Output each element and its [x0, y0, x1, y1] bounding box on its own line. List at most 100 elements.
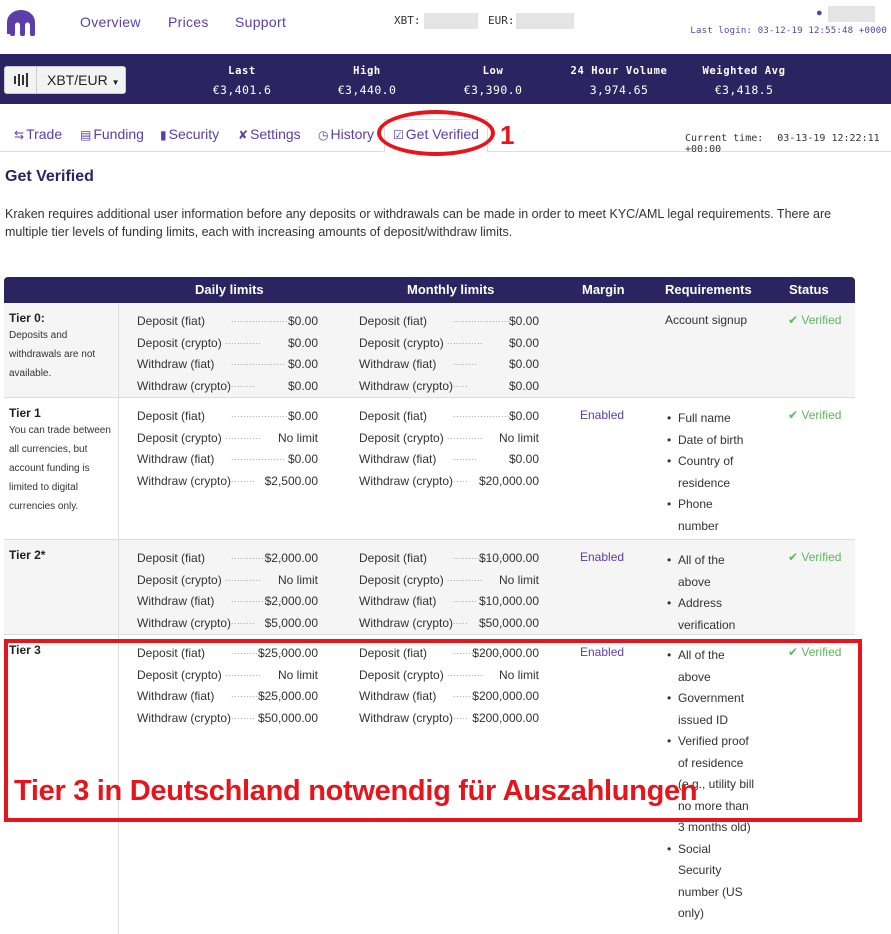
limit-amount: No limit [277, 572, 318, 587]
tier-name: Tier 0: [9, 311, 45, 325]
dot-leader: .................. [231, 357, 286, 367]
limit-amount: $50,000.00 [478, 615, 539, 630]
username-redacted[interactable] [828, 6, 875, 22]
limit-amount: $0.00 [287, 378, 318, 393]
limit-label: Deposit (crypto) [359, 572, 444, 587]
requirement-item: Account signup [665, 313, 748, 327]
limit-amount: $5,000.00 [264, 615, 318, 630]
ticker-weighted-avg: Weighted Avg €3,418.5 [702, 65, 786, 97]
limit-label: Deposit (crypto) [359, 335, 444, 350]
tier-table: Daily limits Monthly limits Margin Requi… [4, 277, 855, 934]
caret-down-icon: ▼ [111, 78, 120, 87]
tab-trade[interactable]: ⇆ Trade [14, 126, 62, 142]
limit-amount: $0.00 [287, 335, 318, 350]
limit-amount: $0.00 [508, 314, 539, 328]
limit-line: Withdraw (crypto)..... $20,000.00 [359, 471, 539, 493]
limit-amount: $0.00 [287, 452, 318, 466]
limit-line: Withdraw (fiat)........ $10,000.00 [359, 591, 539, 613]
balance-eur-label: EUR: [488, 14, 515, 27]
check-icon: ✔ [788, 313, 799, 327]
table-row: Tier 0: Deposits and withdrawals are not … [4, 303, 855, 398]
dot-leader: ............ [447, 572, 484, 583]
limit-amount: $0.00 [508, 357, 539, 371]
tab-settings[interactable]: ✘ Settings [238, 126, 301, 142]
tier-info: Tier 1 You can trade between all currenci… [4, 398, 119, 539]
limit-label: Deposit (crypto) [137, 572, 222, 587]
dot-leader: ..... [453, 615, 469, 626]
limit-label: Withdraw (fiat) [359, 594, 437, 608]
limit-line: Deposit (crypto)............ $0.00 [359, 333, 539, 355]
margin-value: Enabled [580, 550, 625, 564]
dot-leader: ........ [453, 452, 478, 462]
limit-amount: $0.00 [508, 409, 539, 423]
ticker-last: Last €3,401.6 [212, 65, 272, 97]
limit-amount: $10,000.00 [478, 594, 539, 608]
limit-label: Deposit (crypto) [137, 335, 222, 350]
tier-name: Tier 1 [9, 406, 41, 420]
kraken-logo-icon[interactable] [4, 10, 38, 36]
limit-line: Deposit (crypto)............ No limit [359, 428, 539, 450]
limit-line: Withdraw (crypto)........ $0.00 [137, 376, 318, 398]
table-header: Daily limits Monthly limits Margin Requi… [4, 277, 855, 303]
user-icon[interactable]: ● [816, 7, 823, 19]
margin-value: Enabled [580, 408, 625, 422]
annotation-note: Tier 3 in Deutschland notwendig für Ausz… [14, 775, 698, 807]
limit-line: Deposit (fiat)................... $2,000.… [137, 548, 318, 570]
tier-info: Tier 2* [4, 540, 119, 634]
limit-line: Deposit (crypto)............ No limit [137, 570, 318, 592]
requirement-item: Address verification [665, 593, 755, 636]
tier-info: Tier 0: Deposits and withdrawals are not … [4, 303, 119, 397]
header-margin: Margin [582, 282, 625, 297]
requirements: Account signup [665, 313, 755, 327]
tab-history[interactable]: ◷ History [318, 126, 374, 142]
requirement-item: All of the above [665, 550, 755, 593]
limit-label: Deposit (fiat) [359, 409, 428, 423]
limit-line: Deposit (fiat)................... $0.00 [137, 406, 318, 428]
current-time: Current time: 03-13-19 12:22:11 +00:00 [685, 133, 880, 155]
money-icon: ▤ [80, 128, 92, 142]
limit-label: Withdraw (crypto) [137, 615, 232, 630]
limit-line: Withdraw (crypto)........ $5,000.00 [137, 613, 318, 635]
wrench-icon: ✘ [238, 128, 249, 142]
tab-funding[interactable]: ▤ Funding [80, 126, 144, 142]
nav-prices[interactable]: Prices [168, 14, 209, 30]
header-monthly: Monthly limits [407, 282, 495, 297]
header-requirements: Requirements [665, 282, 752, 297]
limit-amount: $0.00 [287, 409, 318, 423]
nav-support[interactable]: Support [235, 14, 286, 30]
dot-leader: ................... [453, 314, 511, 324]
limit-amount: $0.00 [508, 452, 539, 466]
dot-leader: ................... [453, 409, 511, 419]
dot-leader: ............ [225, 335, 262, 346]
limit-label: Deposit (fiat) [137, 551, 206, 565]
limit-line: Deposit (crypto)............ No limit [359, 570, 539, 592]
status-badge: ✔ Verified [788, 550, 842, 564]
balance-eur-redacted [516, 13, 574, 29]
nav-overview[interactable]: Overview [80, 14, 141, 30]
page-title: Get Verified [5, 168, 94, 185]
limit-line: Withdraw (fiat)........ $0.00 [359, 354, 539, 376]
check-icon: ✔ [788, 550, 799, 564]
tab-security[interactable]: ▮ Security [160, 126, 219, 142]
limit-line: Deposit (crypto)............ $0.00 [137, 333, 318, 355]
requirement-item: Date of birth [665, 430, 755, 452]
limit-label: Withdraw (crypto) [137, 378, 232, 393]
limit-line: Withdraw (fiat).................. $0.00 [137, 354, 318, 376]
limit-label: Deposit (crypto) [137, 430, 222, 445]
limit-label: Withdraw (fiat) [137, 452, 215, 466]
clock-icon: ◷ [318, 128, 329, 142]
annotation-ellipse [377, 110, 495, 156]
annotation-number: 1 [500, 120, 515, 150]
status-badge: ✔ Verified [788, 408, 842, 422]
ticker-bar: XBT/EUR ▼ Last €3,401.6 High €3,440.0 Low €… [0, 54, 891, 104]
balance-xbt-label: XBT: [394, 14, 421, 27]
requirement-item: Full name [665, 408, 755, 430]
requirement-item: Social Security number (US only) [665, 839, 755, 925]
pair-selector[interactable]: XBT/EUR ▼ [4, 66, 126, 94]
limit-amount: No limit [498, 430, 539, 445]
limit-amount: $0.00 [508, 335, 539, 350]
bar-chart-icon [5, 67, 37, 93]
requirement-item: Country of residence [665, 451, 755, 494]
limit-label: Withdraw (fiat) [137, 594, 215, 608]
dot-leader: ........ [453, 357, 478, 367]
